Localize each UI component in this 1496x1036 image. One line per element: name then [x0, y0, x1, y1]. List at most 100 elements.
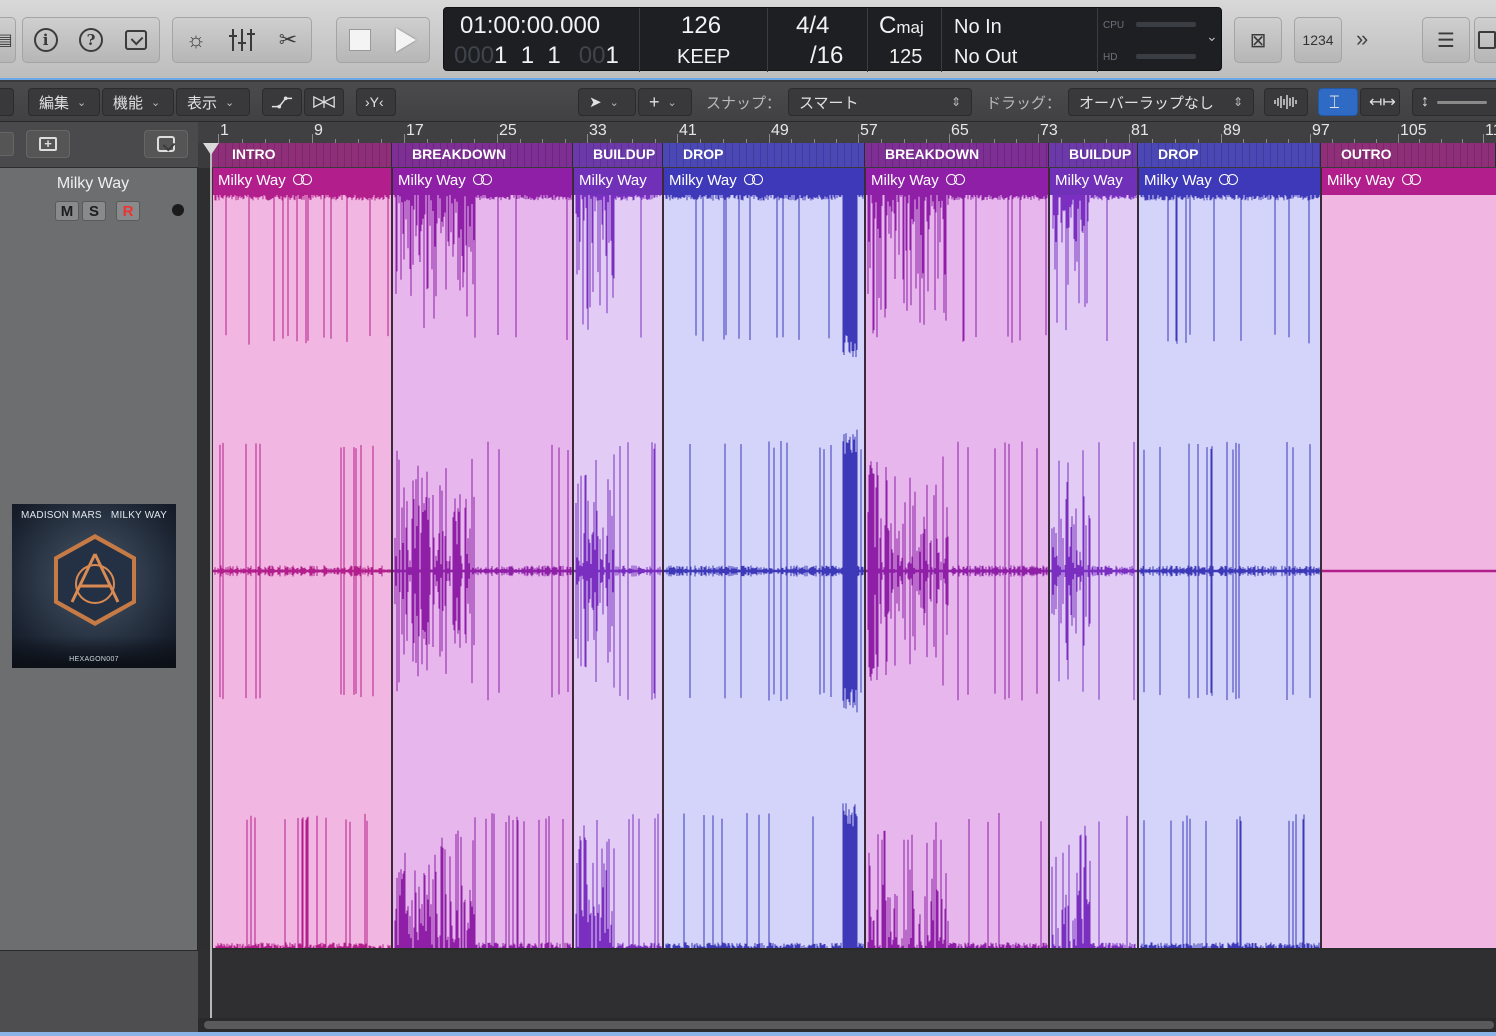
record-enable-button[interactable]: R — [116, 201, 140, 221]
toolbar-toggle-button[interactable] — [118, 22, 154, 58]
mixer-icon — [229, 29, 255, 51]
region-header[interactable]: Milky Way — [213, 168, 391, 195]
stereo-link-icon — [945, 174, 966, 186]
drag-select[interactable]: オーバーラップなし ⇕ — [1068, 88, 1254, 116]
marker-buildup[interactable]: BUILDUP — [1049, 143, 1138, 167]
snap-select[interactable]: スマート ⇕ — [788, 88, 972, 116]
audio-region[interactable]: Milky Way — [865, 168, 1049, 948]
waveform-zoom-button[interactable] — [1264, 88, 1308, 116]
audio-region[interactable]: Milky Way — [1321, 168, 1496, 948]
solo-button[interactable]: S — [82, 201, 106, 221]
browser-button[interactable] — [1474, 17, 1496, 63]
stereo-link-icon — [1218, 174, 1239, 186]
stub-button[interactable] — [0, 132, 14, 156]
audio-region[interactable]: Milky Way — [392, 168, 573, 948]
drag-label: ドラッグ： — [986, 95, 1062, 112]
ruler-tick-label: 25 — [499, 122, 517, 139]
input-monitor-dot[interactable] — [172, 204, 184, 216]
left-click-tool[interactable]: ➤ ⌄ — [578, 88, 636, 116]
view-menu-label: 表示 — [187, 94, 218, 112]
library-button[interactable]: ▤ — [0, 17, 16, 63]
lcd-position-cell[interactable]: 01:00:00.000 0001 1 1 001 — [444, 8, 640, 72]
audio-region[interactable]: Milky Way — [212, 168, 392, 948]
flex-button[interactable] — [304, 88, 344, 116]
region-name: Milky Way — [579, 172, 647, 189]
automation-button[interactable] — [262, 88, 302, 116]
marker-track[interactable]: INTRO BREAKDOWN BUILDUP DROP BREAKDOWN BUILDU… — [198, 143, 1496, 167]
stop-button[interactable] — [342, 22, 378, 58]
lcd-signature: 4/4 — [796, 12, 830, 39]
lcd-io-cell[interactable]: No In No Out — [942, 8, 1098, 72]
marker-drop[interactable]: DROP — [663, 143, 865, 167]
region-header[interactable]: Milky Way — [393, 168, 572, 195]
mixer-button[interactable] — [224, 22, 260, 58]
region-header[interactable]: Milky Way — [866, 168, 1048, 195]
functions-menu[interactable]: 機能 ⌄ — [102, 88, 174, 116]
lcd-signature-cell[interactable]: 4/4 /16 — [768, 8, 868, 72]
audio-region[interactable]: Milky Way — [1138, 168, 1321, 948]
help-button[interactable]: ? — [73, 22, 109, 58]
horizontal-scrollbar[interactable] — [198, 1018, 1496, 1032]
marker-breakdown[interactable]: BREAKDOWN — [392, 143, 573, 167]
region-header[interactable]: Milky Way — [664, 168, 864, 195]
lcd-key-cell[interactable]: Cmaj 125 — [868, 8, 942, 72]
vertical-zoom-button[interactable]: ⌶ — [1318, 88, 1358, 116]
marker-intro[interactable]: INTRO — [212, 143, 392, 167]
stepper-icon: ⇕ — [1232, 95, 1243, 109]
stop-icon — [349, 29, 371, 51]
region-header[interactable]: Milky Way — [1139, 168, 1320, 195]
marker-label: OUTRO — [1341, 146, 1392, 162]
region-header[interactable]: Milky Way — [1050, 168, 1137, 195]
new-track-button[interactable]: + — [26, 130, 70, 158]
list-editors-button[interactable]: ☰ — [1422, 17, 1470, 63]
lcd-output: No Out — [954, 46, 1018, 68]
marker-breakdown[interactable]: BREAKDOWN — [865, 143, 1049, 167]
replace-button[interactable]: ⊠ — [1234, 17, 1282, 63]
playhead[interactable] — [210, 143, 212, 1018]
mute-button[interactable]: M — [55, 201, 79, 221]
marker-outro[interactable]: OUTRO — [1321, 143, 1496, 167]
track-header[interactable]: Milky Way M S R MADISON MARS MILKY WAY H… — [0, 168, 198, 950]
ruler-tick-label: 9 — [314, 122, 323, 139]
lcd-bars: 0001 1 1 001 — [454, 42, 619, 69]
more-icon[interactable]: » — [1356, 26, 1368, 52]
editors-button[interactable]: ✂ — [270, 22, 306, 58]
lcd-display[interactable]: 01:00:00.000 0001 1 1 001 126 KEEP 4/4 /1… — [443, 7, 1222, 72]
lcd-input: No In — [954, 16, 1002, 38]
zoom-slider-track[interactable] — [1437, 100, 1487, 104]
catch-button[interactable]: ›Y‹ — [356, 88, 396, 116]
cmd-click-tool[interactable]: + ⌄ — [638, 88, 692, 116]
global-tracks-button[interactable] — [144, 130, 188, 158]
count-in-button[interactable]: 1234 — [1294, 17, 1342, 63]
audio-region[interactable]: Milky Way — [1049, 168, 1138, 948]
lcd-meter-cell[interactable]: CPU HD ⌄ — [1098, 8, 1222, 72]
lcd-tempo-cell[interactable]: 126 KEEP — [640, 8, 768, 72]
toolbar-stub[interactable] — [0, 88, 14, 116]
view-menu[interactable]: 表示 ⌄ — [176, 88, 250, 116]
view-buttons-group: i ? — [22, 17, 160, 63]
chevron-down-icon: ⌄ — [225, 96, 235, 109]
add-track-icon: + — [39, 137, 57, 151]
tracks-area[interactable]: Milky Way Milky Way Milky Way Milky Way Milk… — [198, 168, 1496, 950]
audio-region[interactable]: Milky Way — [573, 168, 663, 948]
play-button[interactable] — [388, 22, 424, 58]
info-button[interactable]: i — [28, 22, 64, 58]
marker-label: DROP — [1158, 146, 1199, 162]
playhead-handle[interactable] — [203, 143, 219, 155]
stepper-icon: ⇕ — [950, 95, 961, 109]
track-list-empty[interactable] — [0, 950, 198, 1036]
region-name: Milky Way — [1327, 172, 1395, 189]
smart-controls-button[interactable]: ☼ — [178, 22, 214, 58]
edit-menu[interactable]: 編集 ⌄ — [28, 88, 100, 116]
zoom-slider[interactable]: ↕ — [1412, 88, 1496, 116]
region-header[interactable]: Milky Way — [574, 168, 662, 195]
bar-ruler[interactable]: 1 9 17 25 33 41 49 57 65 73 81 89 97 105 11 — [198, 122, 1496, 144]
horizontal-zoom-button[interactable]: ↤↦ — [1360, 88, 1400, 116]
region-header[interactable]: Milky Way — [1322, 168, 1496, 195]
marker-drop[interactable]: DROP — [1138, 143, 1321, 167]
audio-region[interactable]: Milky Way — [663, 168, 865, 948]
lcd-dropdown-icon[interactable]: ⌄ — [1206, 28, 1218, 45]
track-name[interactable]: Milky Way — [0, 175, 186, 193]
horizontal-scrollbar-thumb[interactable] — [204, 1021, 1494, 1029]
marker-buildup[interactable]: BUILDUP — [573, 143, 663, 167]
